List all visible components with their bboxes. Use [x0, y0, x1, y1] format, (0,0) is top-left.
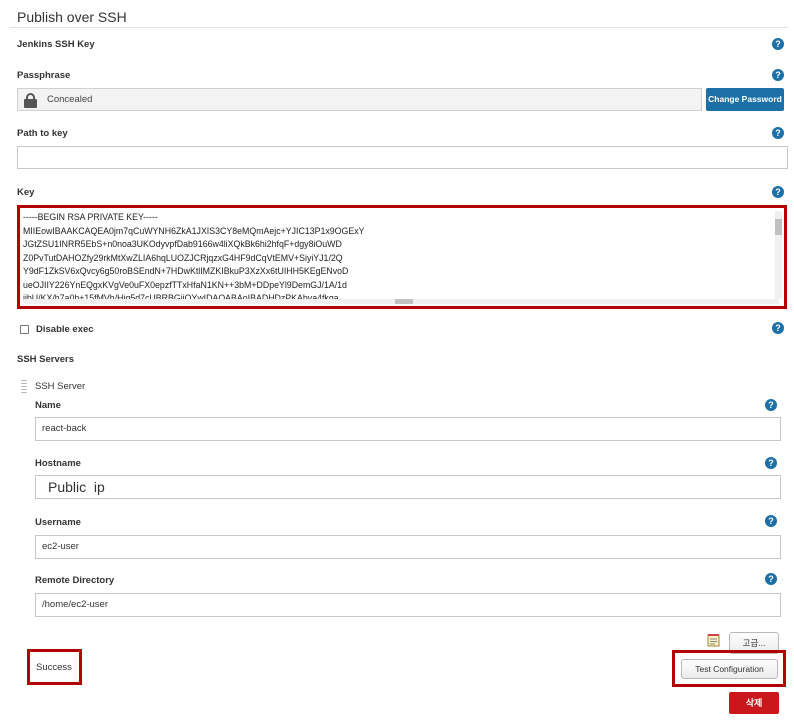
passphrase-value: Concealed [47, 94, 93, 105]
key-horizontal-scrollbar[interactable] [23, 299, 779, 304]
help-icon[interactable]: ? [772, 38, 784, 50]
path-to-key-input[interactable] [17, 146, 788, 169]
lock-icon [24, 93, 37, 108]
status-highlight: Success [27, 649, 82, 685]
passphrase-label: Passphrase [17, 70, 71, 81]
name-label: Name [35, 400, 61, 411]
key-label: Key [17, 187, 35, 198]
help-icon[interactable]: ? [772, 127, 784, 139]
help-icon[interactable]: ? [772, 322, 784, 334]
help-icon[interactable]: ? [765, 399, 777, 411]
help-icon[interactable]: ? [765, 457, 777, 469]
jenkins-ssh-key-label: Jenkins SSH Key [17, 39, 95, 50]
section-title: Publish over SSH [17, 9, 127, 25]
username-input[interactable]: ec2-user [35, 535, 781, 559]
help-icon[interactable]: ? [765, 573, 777, 585]
delete-button[interactable]: 삭제 [729, 692, 779, 714]
change-password-button[interactable]: Change Password [706, 88, 784, 111]
help-icon[interactable]: ? [772, 186, 784, 198]
path-to-key-label: Path to key [17, 128, 68, 139]
hostname-label: Hostname [35, 458, 81, 469]
test-configuration-button[interactable]: Test Configuration [681, 659, 778, 679]
passphrase-field[interactable]: Concealed [17, 88, 702, 111]
status-text: Success [36, 662, 72, 673]
username-label: Username [35, 517, 81, 528]
key-vertical-scrollbar[interactable] [775, 211, 782, 299]
notepad-icon [707, 634, 720, 647]
test-configuration-highlight: Test Configuration [672, 650, 786, 687]
ssh-servers-label: SSH Servers [17, 354, 75, 365]
help-icon[interactable]: ? [772, 69, 784, 81]
help-icon[interactable]: ? [765, 515, 777, 527]
disable-exec-checkbox[interactable] [20, 325, 29, 334]
hostname-input[interactable]: Public ip [35, 475, 781, 499]
section-divider [10, 27, 788, 28]
ssh-server-heading: SSH Server [35, 381, 86, 392]
remote-directory-label: Remote Directory [35, 575, 115, 586]
key-textarea-highlight[interactable]: -----BEGIN RSA PRIVATE KEY----- MIIEowIB… [17, 205, 787, 309]
key-textarea[interactable]: -----BEGIN RSA PRIVATE KEY----- MIIEowIB… [23, 211, 773, 303]
disable-exec-label: Disable exec [36, 324, 94, 335]
server-name-input[interactable]: react-back [35, 417, 781, 441]
drag-handle-icon[interactable] [21, 380, 27, 393]
remote-directory-input[interactable]: /home/ec2-user [35, 593, 781, 617]
